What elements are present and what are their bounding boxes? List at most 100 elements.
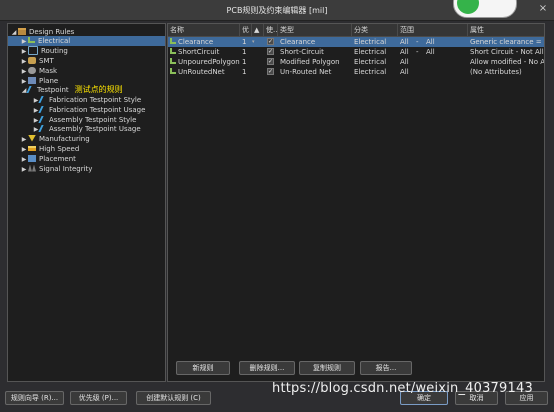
rule-scope-second: All bbox=[426, 38, 435, 46]
enabled-checkbox[interactable]: ✓ bbox=[267, 58, 274, 65]
rule-type: Modified Polygon bbox=[280, 58, 340, 66]
table-row[interactable]: ShortCircuit 1 ✓ Short-Circuit Electrica… bbox=[168, 47, 544, 57]
delete-rule-button[interactable]: 删除规则... bbox=[239, 361, 295, 375]
electrical-icon bbox=[28, 37, 35, 43]
smt-icon bbox=[28, 56, 36, 64]
collapse-icon[interactable]: ▶ bbox=[20, 165, 28, 175]
tree-item-label: Plane bbox=[39, 77, 59, 85]
enabled-checkbox[interactable]: ✓ bbox=[267, 68, 274, 75]
electrical-rule-icon bbox=[170, 48, 176, 54]
tree-item-label: Mask bbox=[39, 67, 58, 75]
electrical-rule-icon bbox=[170, 38, 176, 44]
rule-priority: 1 bbox=[242, 48, 247, 56]
mask-icon bbox=[28, 66, 36, 74]
electrical-rule-icon bbox=[170, 68, 176, 74]
row-name: Clearance bbox=[168, 37, 240, 47]
tree-item-label: Fabrication Testpoint Style bbox=[49, 96, 142, 104]
rule-type: Clearance bbox=[280, 38, 316, 46]
tree-item-high-speed[interactable]: ▶ High Speed bbox=[20, 144, 80, 154]
column-header-category[interactable]: 分类 bbox=[352, 24, 398, 36]
routing-icon bbox=[28, 45, 38, 55]
rule-category: Electrical bbox=[354, 48, 387, 56]
tree-item-fabrication-testpoint-style[interactable]: ▶ Fabrication Testpoint Style bbox=[32, 95, 141, 105]
rule-priority: 1 bbox=[242, 68, 247, 76]
row-name: UnRoutedNet bbox=[168, 67, 240, 77]
enabled-checkbox[interactable]: ✓ bbox=[267, 48, 274, 55]
tree-item-testpoint[interactable]: ◢ Testpoint 测试点的规则 bbox=[20, 85, 123, 95]
table-row[interactable]: UnpouredPolygon 1 ✓ Modified Polygon Ele… bbox=[168, 57, 544, 67]
rule-scope-first: All bbox=[400, 48, 409, 56]
create-default-rules-button[interactable]: 创建默认规则 (C) bbox=[136, 391, 211, 405]
rule-scope-first: All bbox=[400, 38, 409, 46]
column-header-name[interactable]: 名称 bbox=[168, 24, 240, 36]
report-button[interactable]: 报告... bbox=[360, 361, 412, 375]
title-bar: PCB规则及约束编辑器 [mil] × bbox=[0, 0, 554, 21]
tree-item-label: Electrical bbox=[38, 37, 71, 45]
high-speed-icon bbox=[28, 145, 36, 151]
rule-name: UnpouredPolygon bbox=[178, 58, 240, 66]
tree-item-label: Assembly Testpoint Usage bbox=[49, 125, 141, 133]
rule-tree: ◢ Design Rules ▶ Electrical ▶ Routing ▶ SMT … bbox=[7, 23, 166, 382]
tree-item-label: SMT bbox=[39, 57, 54, 65]
rule-attributes: (No Attributes) bbox=[470, 68, 522, 76]
tree-item-mask[interactable]: ▶ Mask bbox=[20, 66, 57, 76]
rule-attributes: Short Circuit - Not Allowed bbox=[470, 48, 544, 56]
table-row[interactable]: UnRoutedNet 1 ✓ Un-Routed Net Electrical… bbox=[168, 67, 544, 77]
placement-icon bbox=[28, 154, 36, 162]
priorities-button[interactable]: 优先级 (P)... bbox=[70, 391, 127, 405]
tree-item-placement[interactable]: ▶ Placement bbox=[20, 154, 76, 164]
rule-scope-second: All bbox=[426, 48, 435, 56]
column-header-priority[interactable]: 优 bbox=[240, 24, 252, 36]
watermark-url: https://blog.csdn.net/weixin_40379143 bbox=[272, 381, 533, 396]
signal-integrity-icon bbox=[28, 164, 36, 172]
rule-type: Un-Routed Net bbox=[280, 68, 332, 76]
table-row[interactable]: Clearance 1 ▾ ✓ Clearance Electrical All… bbox=[168, 37, 544, 47]
tree-item-manufacturing[interactable]: ▶ Manufacturing bbox=[20, 134, 90, 144]
rule-scope-separator: - bbox=[416, 38, 419, 46]
tree-item-routing[interactable]: ▶ Routing bbox=[20, 45, 68, 56]
tree-item-electrical[interactable]: ▶ Electrical bbox=[8, 36, 165, 46]
column-header-attributes[interactable]: 属性 bbox=[468, 24, 544, 36]
column-header-enabled[interactable]: 使... bbox=[264, 24, 278, 36]
rule-name: UnRoutedNet bbox=[178, 68, 225, 76]
overlay-toggle[interactable] bbox=[453, 0, 517, 18]
rule-priority: 1 bbox=[242, 58, 247, 66]
rule-attributes: Generic clearance = 10mil bbox=[470, 38, 544, 46]
new-rule-button[interactable]: 新规则 bbox=[176, 361, 230, 375]
grid-header: 名称 优 ▲ 使... 类型 分类 范围 属性 bbox=[168, 24, 544, 37]
close-icon[interactable]: × bbox=[536, 3, 550, 15]
tree-item-label: Design Rules bbox=[29, 28, 75, 36]
priority-spin-icon[interactable]: ▾ bbox=[252, 37, 262, 47]
column-header-scope[interactable]: 范围 bbox=[398, 24, 468, 36]
rule-category: Electrical bbox=[354, 68, 387, 76]
tree-item-signal-integrity[interactable]: ▶ Signal Integrity bbox=[20, 164, 92, 174]
testpoint-annotation: 测试点的规则 bbox=[74, 85, 123, 94]
manufacturing-icon bbox=[28, 134, 36, 142]
rules-grid: 名称 优 ▲ 使... 类型 分类 范围 属性 Clearance 1 ▾ ✓ … bbox=[167, 23, 545, 382]
rule-wizard-button[interactable]: 规则向导 (R)... bbox=[5, 391, 64, 405]
rule-name: ShortCircuit bbox=[178, 48, 220, 56]
tree-item-label: Manufacturing bbox=[39, 135, 90, 143]
electrical-rule-icon bbox=[170, 58, 176, 64]
row-name: UnpouredPolygon bbox=[168, 57, 240, 67]
rule-scope-first: All bbox=[400, 68, 409, 76]
tree-item-label: Testpoint bbox=[37, 86, 69, 94]
duplicate-rule-button[interactable]: 复制规则 bbox=[299, 361, 355, 375]
tree-item-label: Assembly Testpoint Style bbox=[49, 116, 137, 124]
tree-item-label: Signal Integrity bbox=[39, 165, 93, 173]
rule-category: Electrical bbox=[354, 38, 387, 46]
plane-icon bbox=[28, 76, 36, 84]
tree-item-smt[interactable]: ▶ SMT bbox=[20, 56, 54, 66]
rule-scope-separator: - bbox=[416, 48, 419, 56]
column-header-type[interactable]: 类型 bbox=[278, 24, 352, 36]
tree-item-assembly-testpoint-usage[interactable]: ▶ Assembly Testpoint Usage bbox=[32, 124, 141, 134]
rule-attributes: Allow modified - No Allow bbox=[470, 58, 544, 66]
rule-name: Clearance bbox=[178, 38, 214, 46]
tree-item-label: High Speed bbox=[39, 145, 80, 153]
tree-item-fabrication-testpoint-usage[interactable]: ▶ Fabrication Testpoint Usage bbox=[32, 105, 145, 115]
enabled-checkbox[interactable]: ✓ bbox=[267, 38, 274, 45]
toggle-knob bbox=[457, 0, 479, 14]
sort-ascending-icon[interactable]: ▲ bbox=[252, 24, 264, 36]
row-name: ShortCircuit bbox=[168, 47, 240, 57]
folder-icon bbox=[18, 27, 26, 35]
